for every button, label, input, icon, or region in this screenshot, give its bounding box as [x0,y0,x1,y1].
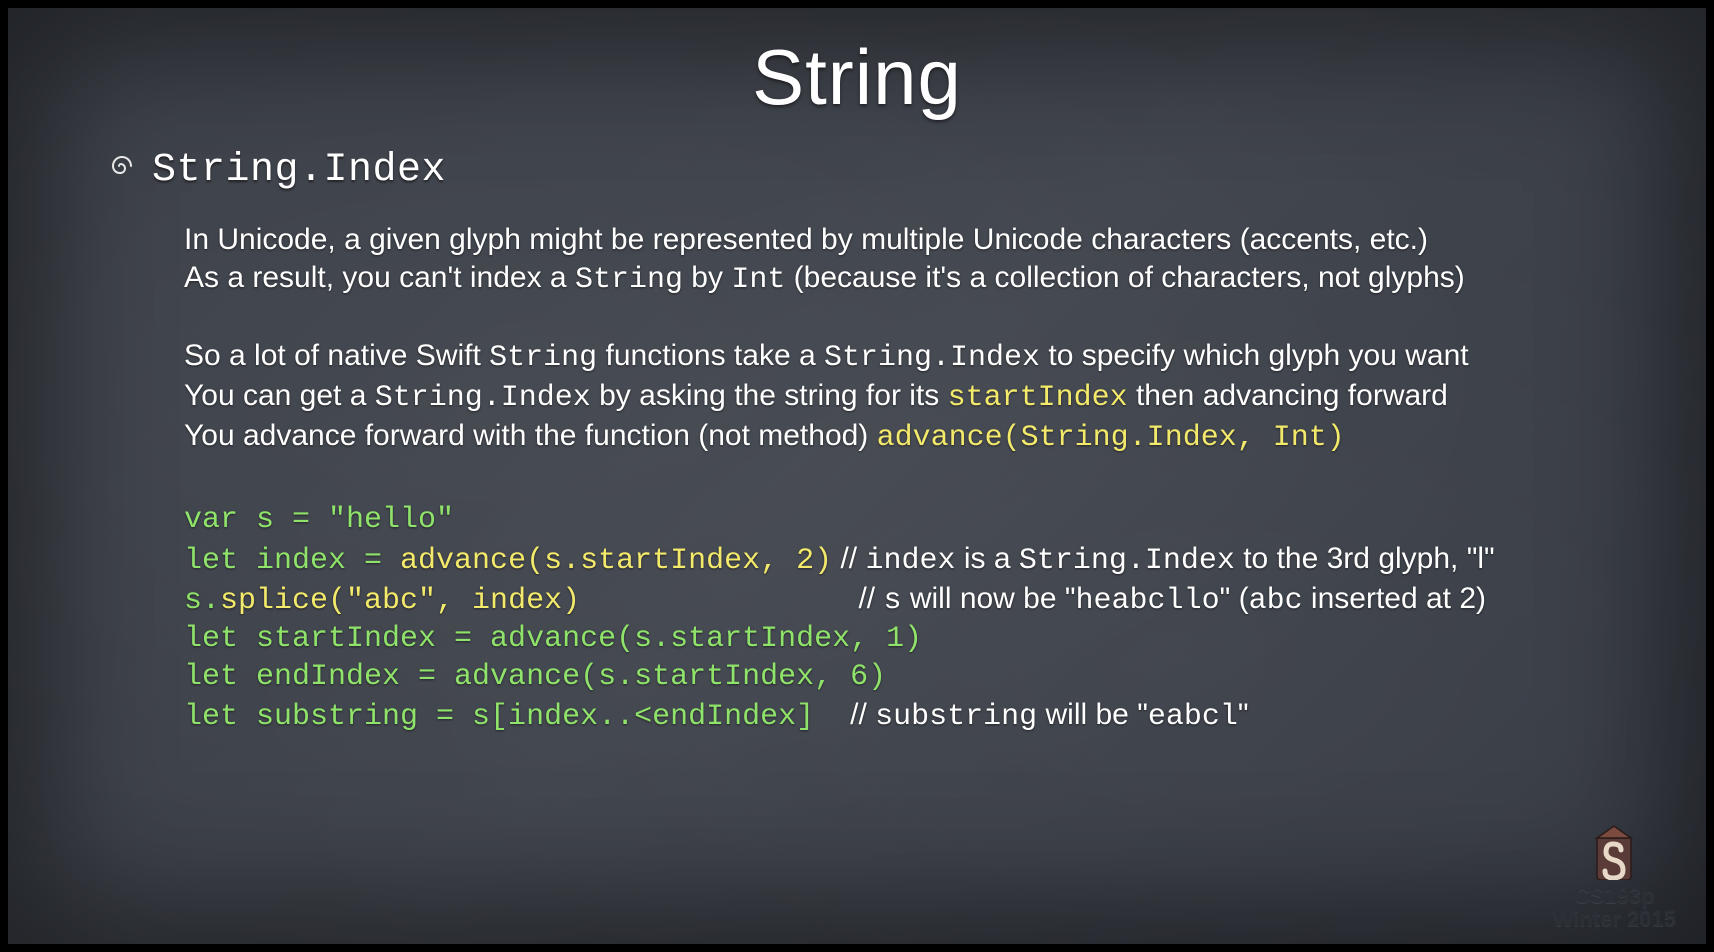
comment-mono: String.Index [1019,544,1235,578]
code-text: index = [238,544,400,578]
text: then advancing forward [1128,379,1448,412]
footer-term: Winter 2015 [1553,907,1676,930]
slide-title: String [8,32,1706,123]
code-keyword: let [184,700,238,734]
text: So a lot of native Swift [184,339,489,372]
text: You advance forward with the function (n… [184,419,877,452]
code-inline: String.Index [824,341,1040,375]
code-block: var s = "hello" let index = advance(s.st… [184,501,1646,736]
code-keyword: let [184,660,238,694]
text: You can get a [184,379,375,412]
comment-text: inserted at 2) [1303,582,1486,615]
text: As a result, you can't index a [184,261,575,294]
code-inline: String [575,263,683,297]
code-text: endIndex = advance(s.startIndex, 6) [238,660,886,694]
code-inline-highlight: startIndex [948,381,1128,415]
spiral-bullet-icon [108,152,152,180]
code-inline: String [489,341,597,375]
code-inline-highlight: advance(String.Index, Int) [877,421,1345,455]
comment-text: will be " [1037,698,1148,731]
text: to specify which glyph you want [1040,339,1469,372]
bullet-row: String.Index [116,148,1646,193]
spacer [116,299,1646,337]
code-text: substring = s[index..<endIndex] [238,700,850,734]
comment-mono: s [883,584,901,618]
stanford-logo-icon [1553,822,1676,880]
code-call: splice("abc", index) [220,584,580,618]
code-call: advance(s.startIndex, 2) [400,544,832,578]
body-paragraph-1: In Unicode, a given glyph might be repre… [184,221,1646,299]
code-text: s. [184,584,220,618]
section-subtitle: String.Index [152,148,446,193]
text: by asking the string for its [591,379,948,412]
comment-text: " [1238,698,1249,731]
comment-mono: index [865,544,955,578]
code-inline: String.Index [375,381,591,415]
comment-mono: heabcllo [1076,584,1220,618]
code-keyword: let [184,544,238,578]
comment-text: is a [955,542,1018,575]
code-inline: Int [731,263,785,297]
comment-text: will now be " [901,582,1075,615]
code-text: s = "hello" [238,503,454,537]
body-paragraph-2: So a lot of native Swift String function… [184,337,1646,457]
comment-text: // [850,698,875,731]
code-keyword: let [184,622,238,656]
comment-mono: eabcl [1148,700,1238,734]
footer-course: CS193p [1553,884,1676,907]
slide-footer: CS193p Winter 2015 [1553,822,1676,930]
comment-text: // [850,582,883,615]
comment-text: to the 3rd glyph, "l" [1235,542,1495,575]
code-pad [580,584,850,618]
comment-mono: substring [875,700,1037,734]
text: by [683,261,731,294]
comment-text: // [832,542,865,575]
spacer [116,457,1646,501]
code-keyword: var [184,503,238,537]
comment-text: " ( [1220,582,1249,615]
code-text: startIndex = advance(s.startIndex, 1) [238,622,922,656]
text: (because it's a collection of characters… [785,261,1464,294]
comment-mono: abc [1249,584,1303,618]
text: In Unicode, a given glyph might be repre… [184,223,1428,256]
text: functions take a [597,339,824,372]
slide-content: String.Index In Unicode, a given glyph m… [116,148,1646,736]
